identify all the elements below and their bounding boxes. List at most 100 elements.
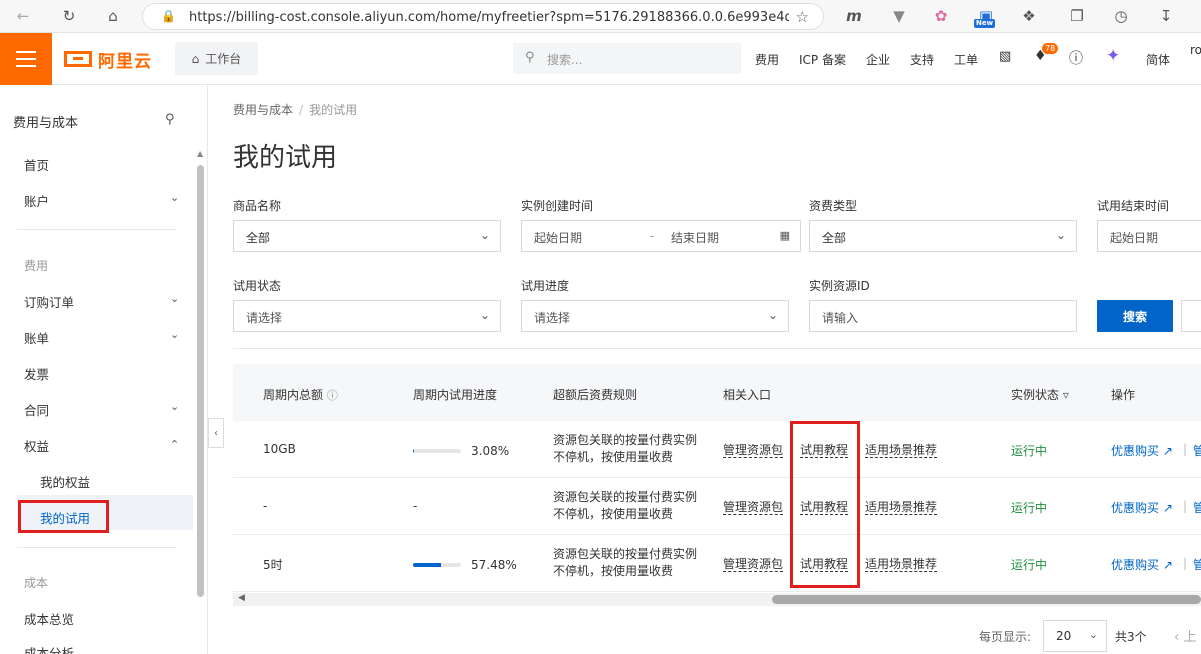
trial-end-range[interactable]: 起始日期 bbox=[1097, 220, 1201, 252]
discount-buy-link[interactable]: 优惠购买 ↗ bbox=[1111, 556, 1173, 573]
menu-icon[interactable] bbox=[0, 33, 52, 85]
chevron-down-icon[interactable]: ⌄ bbox=[170, 191, 179, 204]
help-icon[interactable]: ⓘ bbox=[1069, 48, 1083, 68]
instance-id-input[interactable]: 请输入 bbox=[809, 300, 1077, 332]
sidebar-search-icon[interactable]: ⚲ bbox=[165, 112, 175, 127]
col-action: 操作 bbox=[1111, 388, 1136, 402]
nav-fee[interactable]: 费用 bbox=[755, 51, 779, 68]
nav-icp[interactable]: ICP 备案 bbox=[799, 51, 846, 68]
manage-link[interactable]: 管 bbox=[1193, 499, 1201, 516]
discount-buy-link[interactable]: 优惠购买 ↗ bbox=[1111, 499, 1173, 516]
chevron-down-icon[interactable]: ⌄ bbox=[170, 292, 179, 305]
assistant-icon[interactable]: ✦ bbox=[1106, 46, 1120, 66]
link-scenario[interactable]: 适用场景推荐 bbox=[865, 500, 938, 515]
scroll-left-arrow-icon[interactable]: ◀ bbox=[238, 593, 245, 603]
highlight-box bbox=[18, 500, 109, 533]
home-icon[interactable]: ⌂ bbox=[102, 5, 124, 27]
sidebar-item-bills[interactable]: 账单 bbox=[24, 328, 49, 347]
search-button[interactable]: 搜索 bbox=[1097, 300, 1173, 332]
user-avatar[interactable]: ro bbox=[1190, 43, 1201, 57]
nav-support[interactable]: 支持 bbox=[910, 51, 934, 68]
manage-link[interactable]: 管 bbox=[1193, 556, 1201, 573]
reload-icon[interactable]: ↻ bbox=[58, 5, 80, 27]
link-manage-package[interactable]: 管理资源包 bbox=[723, 443, 784, 458]
col-status: 实例状态 ▿ bbox=[1011, 386, 1069, 403]
page-size-select[interactable]: 20 ⌄ bbox=[1043, 620, 1107, 652]
trial-progress-select[interactable]: 请选择 ⌄ bbox=[521, 300, 789, 332]
breadcrumb-root[interactable]: 费用与成本 bbox=[233, 103, 293, 117]
billing-type-select[interactable]: 全部 ⌄ bbox=[809, 220, 1077, 252]
col-total: 周期内总额 ⓘ bbox=[263, 386, 338, 403]
sidebar-item-rights[interactable]: 权益 bbox=[24, 436, 49, 455]
collections-icon[interactable]: ❐ bbox=[1066, 5, 1088, 27]
link-scenario[interactable]: 适用场景推荐 bbox=[865, 557, 938, 572]
history-icon[interactable]: ◷ bbox=[1110, 5, 1132, 27]
lang-switch[interactable]: 简体 bbox=[1146, 51, 1170, 68]
address-bar[interactable]: 🔒 https://billing-cost.console.aliyun.co… bbox=[142, 3, 824, 30]
sidebar-item-my-rights[interactable]: 我的权益 bbox=[40, 472, 90, 491]
reset-button[interactable] bbox=[1181, 300, 1201, 332]
chevron-down-icon[interactable]: ⌄ bbox=[170, 328, 179, 341]
star-icon[interactable]: ☆ bbox=[796, 8, 809, 26]
link-manage-package[interactable]: 管理资源包 bbox=[723, 500, 784, 515]
external-link-icon: ↗ bbox=[1162, 558, 1173, 572]
extension-v-icon[interactable]: ▼ bbox=[888, 5, 910, 27]
cell-total: 5时 bbox=[263, 558, 283, 572]
workbench-button[interactable]: ⌂ 工作台 bbox=[175, 42, 258, 75]
logo-text: 阿里云 bbox=[98, 51, 152, 72]
sidebar-item-invoice[interactable]: 发票 bbox=[24, 364, 49, 383]
manage-link[interactable]: 管 bbox=[1193, 442, 1201, 459]
search-placeholder: 搜索... bbox=[547, 53, 583, 67]
link-manage-package[interactable]: 管理资源包 bbox=[723, 557, 784, 572]
product-select[interactable]: 全部 ⌄ bbox=[233, 220, 501, 252]
nav-enterprise[interactable]: 企业 bbox=[866, 51, 890, 68]
extension-pink-icon[interactable]: ✿ bbox=[930, 5, 952, 27]
sidebar-item-cost-analysis[interactable]: 成本分析 bbox=[24, 643, 74, 654]
filter-label-trial-status: 试用状态 bbox=[233, 279, 282, 293]
cell-rule: 资源包关联的按量付费实例不停机，按使用量收费 bbox=[553, 433, 698, 464]
create-time-range[interactable]: 起始日期 - 结束日期 ▦ bbox=[521, 220, 801, 252]
console-search-input[interactable]: ⚲ 搜索... bbox=[513, 43, 741, 74]
sidebar-item-orders[interactable]: 订购订单 bbox=[24, 292, 74, 311]
search-icon: ⚲ bbox=[525, 50, 535, 65]
sidebar: 费用与成本 ⚲ 首页 账户 ⌄ 费用 订购订单 ⌄ 账单 ⌄ 发票 合同 ⌄ 权… bbox=[0, 85, 208, 654]
progress-fill bbox=[413, 563, 441, 567]
sidebar-item-contract[interactable]: 合同 bbox=[24, 400, 49, 419]
browser-toolbar: ← ↻ ⌂ 🔒 https://billing-cost.console.ali… bbox=[0, 0, 1201, 33]
download-icon[interactable]: ↧ bbox=[1155, 5, 1177, 27]
col-total-label: 周期内总额 bbox=[263, 388, 324, 402]
puzzle-icon[interactable]: ❖ bbox=[1018, 5, 1040, 27]
link-scenario[interactable]: 适用场景推荐 bbox=[865, 443, 938, 458]
page-title: 我的试用 bbox=[233, 143, 338, 173]
discount-buy-link[interactable]: 优惠购买 ↗ bbox=[1111, 442, 1173, 459]
filter-icon[interactable]: ▿ bbox=[1063, 388, 1069, 402]
sidebar-collapse-button[interactable]: ‹ bbox=[208, 418, 224, 448]
extension-m-icon[interactable]: m bbox=[843, 5, 865, 27]
chevron-down-icon: ⌄ bbox=[1055, 228, 1066, 242]
sidebar-item-home[interactable]: 首页 bbox=[24, 155, 49, 174]
chevron-down-icon: ⌄ bbox=[479, 228, 490, 242]
new-badge: New bbox=[974, 19, 996, 28]
chevron-up-icon[interactable]: ⌃ bbox=[170, 438, 179, 451]
workbench-label: 工作台 bbox=[205, 52, 242, 66]
trial-status-placeholder: 请选择 bbox=[246, 311, 283, 325]
table-hscroll-thumb[interactable] bbox=[772, 595, 1201, 604]
filter-label-instance-id: 实例资源ID bbox=[809, 279, 870, 293]
chevron-down-icon[interactable]: ⌄ bbox=[170, 400, 179, 413]
nav-ticket[interactable]: 工单 bbox=[954, 51, 978, 68]
section-divider bbox=[233, 348, 1201, 349]
status-badge: 运行中 bbox=[1011, 558, 1048, 572]
aliyun-logo[interactable]: 阿里云 bbox=[64, 48, 152, 72]
sidebar-scrollbar[interactable] bbox=[197, 165, 204, 597]
help-circle-icon[interactable]: ⓘ bbox=[327, 389, 338, 402]
back-arrow-icon[interactable]: ← bbox=[12, 5, 34, 27]
scroll-up-arrow-icon[interactable]: ▲ bbox=[197, 149, 203, 158]
terminal-icon[interactable]: ▧ bbox=[999, 49, 1011, 64]
trial-progress-placeholder: 请选择 bbox=[534, 311, 571, 325]
sidebar-item-account[interactable]: 账户 bbox=[24, 191, 49, 210]
sidebar-item-cost-overview[interactable]: 成本总览 bbox=[24, 609, 74, 628]
pager-prev-button[interactable]: ‹ 上 bbox=[1174, 626, 1196, 645]
trial-status-select[interactable]: 请选择 ⌄ bbox=[233, 300, 501, 332]
product-select-value: 全部 bbox=[246, 231, 271, 245]
console-header: 阿里云 ⌂ 工作台 ⚲ 搜索... 费用 ICP 备案 企业 支持 工单 ▧ ♦ … bbox=[0, 33, 1201, 85]
